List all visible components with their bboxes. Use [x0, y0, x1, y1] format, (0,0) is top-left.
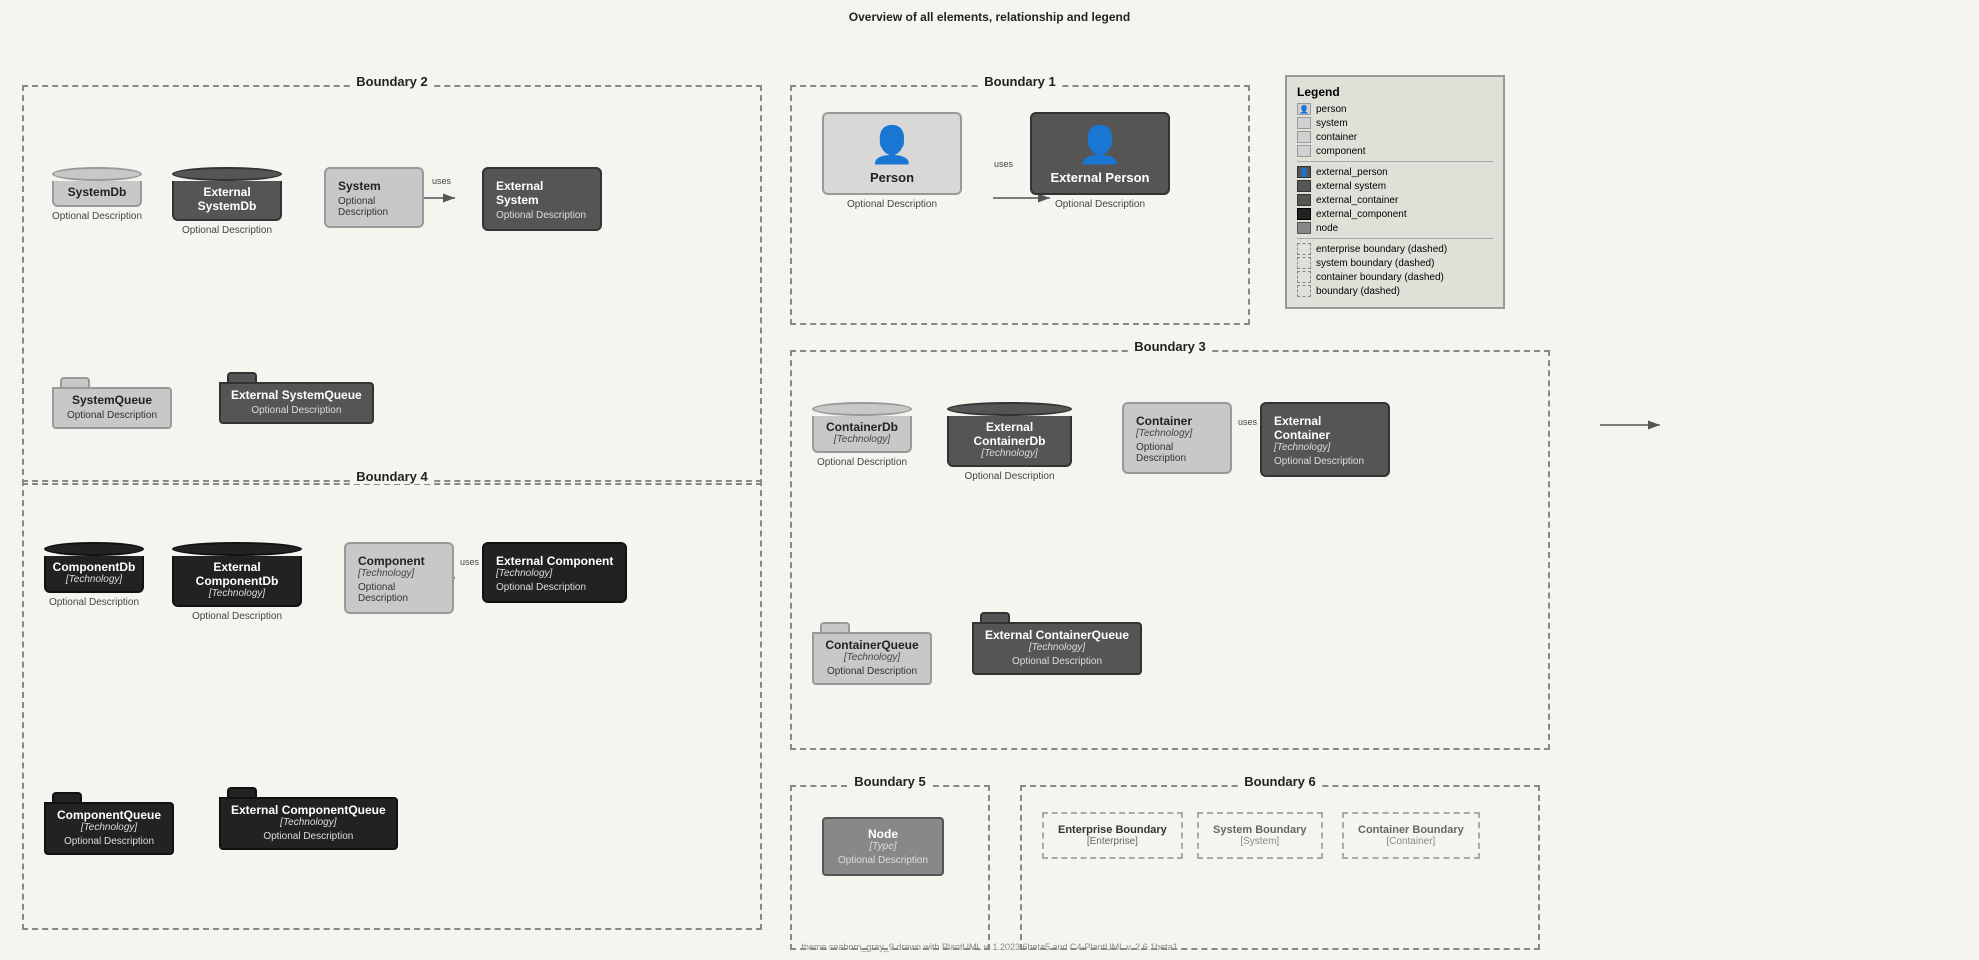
- legend-item-external-person: 👤 external_person: [1297, 166, 1493, 178]
- external-component-element: External Component [Technology] Optional…: [482, 542, 627, 603]
- boundary-6: Boundary 6 Enterprise Boundary [Enterpri…: [1020, 785, 1540, 950]
- person-element: 👤 Person Optional Description: [822, 112, 962, 210]
- legend-item-component: component: [1297, 145, 1493, 157]
- uses-label-b4: uses: [460, 557, 479, 567]
- legend-item-external-container: external_container: [1297, 194, 1493, 206]
- container-boundary-element: Container Boundary [Container]: [1342, 812, 1480, 859]
- person-icon: 👤: [870, 124, 915, 166]
- boundary-5: Boundary 5 Node [Type] Optional Descript…: [790, 785, 990, 950]
- uses-label-b1: uses: [994, 159, 1013, 169]
- component-element: Component [Technology] Optional Descript…: [344, 542, 454, 614]
- boundary-2-label: Boundary 2: [352, 74, 432, 89]
- container-element: Container [Technology] Optional Descript…: [1122, 402, 1232, 474]
- boundary-1: Boundary 1 👤 Person Optional Description…: [790, 85, 1250, 325]
- external-person-icon: 👤: [1078, 124, 1123, 166]
- system-element: System Optional Description: [324, 167, 424, 228]
- component-queue-element: ComponentQueue [Technology] Optional Des…: [44, 792, 174, 855]
- footer-text: theme seaborn_gray_9 drawn with PlantUML…: [801, 942, 1177, 952]
- boundary-3-label: Boundary 3: [1130, 339, 1210, 354]
- uses-label-b2: uses: [432, 176, 451, 186]
- external-container-queue-element: External ContainerQueue [Technology] Opt…: [972, 612, 1142, 675]
- system-db-element: SystemDb Optional Description: [52, 167, 142, 222]
- boundary-4: Boundary 4 ComponentDb [Technology] Opti…: [22, 480, 762, 930]
- node-element: Node [Type] Optional Description: [822, 817, 944, 876]
- legend-item-external-component: external_component: [1297, 208, 1493, 220]
- boundary-4-label: Boundary 4: [352, 469, 432, 484]
- legend-box: Legend 👤 person system container compone…: [1285, 75, 1505, 309]
- external-system-queue-element: External SystemQueue Optional Descriptio…: [219, 372, 374, 424]
- legend-item-node: node: [1297, 222, 1493, 234]
- boundary-3: Boundary 3 ContainerDb [Technology] Opti…: [790, 350, 1550, 750]
- legend-item-system-boundary: system boundary (dashed): [1297, 257, 1493, 269]
- external-component-db-element: External ComponentDb [Technology] Option…: [172, 542, 302, 622]
- enterprise-boundary-element: Enterprise Boundary [Enterprise]: [1042, 812, 1183, 859]
- external-person-element: 👤 External Person Optional Description: [1030, 112, 1170, 210]
- boundary-5-label: Boundary 5: [850, 774, 930, 789]
- legend-item-container: container: [1297, 131, 1493, 143]
- boundary-6-label: Boundary 6: [1240, 774, 1320, 789]
- container-db-element: ContainerDb [Technology] Optional Descri…: [812, 402, 912, 468]
- external-system-element: External System Optional Description: [482, 167, 602, 231]
- system-queue-element: SystemQueue Optional Description: [52, 377, 172, 429]
- system-boundary-element: System Boundary [System]: [1197, 812, 1323, 859]
- uses-label-b3: uses: [1238, 417, 1257, 427]
- external-component-queue-element: External ComponentQueue [Technology] Opt…: [219, 787, 398, 850]
- external-system-db-element: External SystemDb Optional Description: [172, 167, 282, 236]
- page-title: Overview of all elements, relationship a…: [0, 0, 1979, 30]
- container-queue-element: ContainerQueue [Technology] Optional Des…: [812, 622, 932, 685]
- legend-item-enterprise-boundary: enterprise boundary (dashed): [1297, 243, 1493, 255]
- legend-item-external-system: external system: [1297, 180, 1493, 192]
- boundary-2: Boundary 2 SystemDb Optional Description…: [22, 85, 762, 485]
- component-db-element: ComponentDb [Technology] Optional Descri…: [44, 542, 144, 608]
- legend-item-boundary: boundary (dashed): [1297, 285, 1493, 297]
- legend-item-system: system: [1297, 117, 1493, 129]
- legend-item-person: 👤 person: [1297, 103, 1493, 115]
- boundary-1-label: Boundary 1: [980, 74, 1060, 89]
- legend-title: Legend: [1297, 85, 1493, 99]
- external-container-element: External Container [Technology] Optional…: [1260, 402, 1390, 477]
- legend-item-container-boundary: container boundary (dashed): [1297, 271, 1493, 283]
- external-container-db-element: External ContainerDb [Technology] Option…: [947, 402, 1072, 482]
